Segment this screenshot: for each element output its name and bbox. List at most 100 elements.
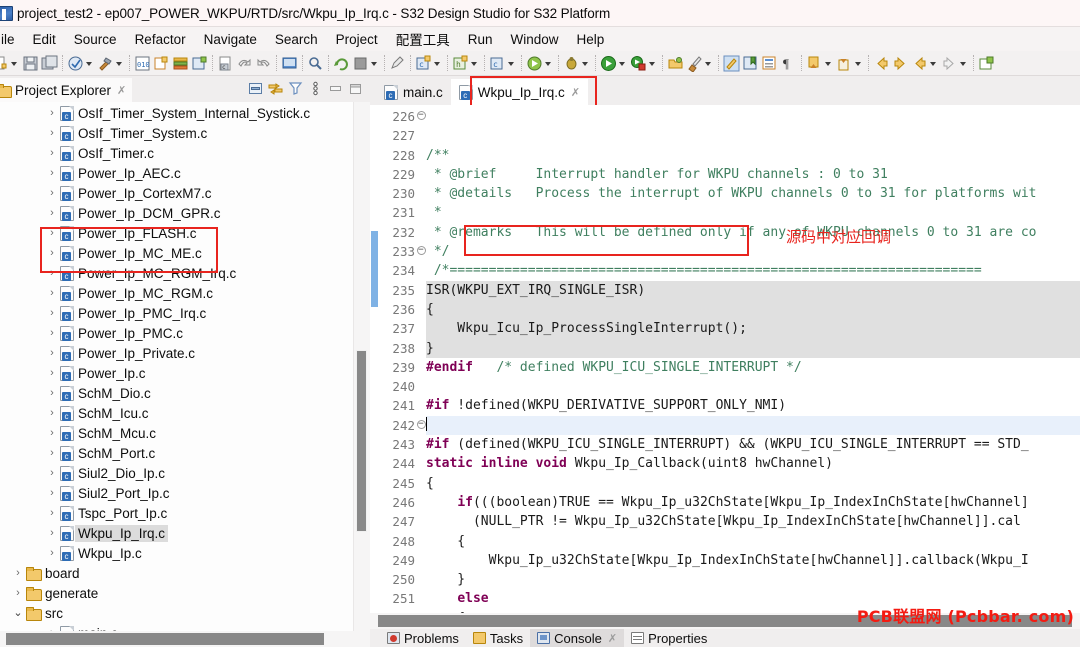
code-line[interactable]: #endif /* defined WKPU_ICU_SINGLE_INTERR… xyxy=(426,358,1080,377)
menu-item-source[interactable]: Source xyxy=(65,30,126,49)
menu-item-search[interactable]: Search xyxy=(266,30,327,49)
code-line[interactable]: } xyxy=(426,338,1080,358)
code-line[interactable]: */ xyxy=(426,242,1080,261)
binary-010-icon[interactable]: 010 xyxy=(134,55,151,72)
tree-item[interactable]: › Wkpu_Ip_Irq.c xyxy=(0,523,370,543)
code-line[interactable]: (NULL_PTR != Wkpu_Ip_u32ChState[Wkpu_Ip_… xyxy=(426,512,1080,531)
new-header-icon[interactable]: h xyxy=(452,55,469,72)
new-window-icon[interactable] xyxy=(978,55,995,72)
bookmark-icon[interactable] xyxy=(742,55,759,72)
chevron-right-icon[interactable]: › xyxy=(44,527,60,539)
tree-item[interactable]: › Power_Ip.c xyxy=(0,363,370,383)
tree-item[interactable]: › Power_Ip_PMC_Irq.c xyxy=(0,303,370,323)
view-menu-icon[interactable] xyxy=(307,80,324,97)
code-folding-column[interactable]: − − − xyxy=(416,105,426,613)
maximize-icon[interactable] xyxy=(347,80,364,97)
menu-item-edit[interactable]: Edit xyxy=(24,30,65,49)
forward-yellow-icon[interactable] xyxy=(892,55,909,72)
tree-item[interactable]: › Power_Ip_MC_RGM.c xyxy=(0,283,370,303)
close-icon[interactable]: ✗ xyxy=(608,632,617,645)
tree-item[interactable]: › OsIf_Timer_System_Internal_Systick.c xyxy=(0,103,370,123)
fold-collapse-icon[interactable]: − xyxy=(416,246,426,256)
save-icon[interactable] xyxy=(22,55,39,72)
run-green-icon[interactable] xyxy=(600,55,617,72)
refresh-icon[interactable] xyxy=(333,55,350,72)
project-explorer-tree[interactable]: › OsIf_Timer_System_Internal_Systick.c › Os… xyxy=(0,102,370,631)
tree-item[interactable]: › Power_Ip_Private.c xyxy=(0,343,370,363)
chevron-right-icon[interactable]: › xyxy=(44,127,60,139)
menu-item-refactor[interactable]: Refactor xyxy=(126,30,195,49)
chevron-right-icon[interactable]: › xyxy=(44,547,60,559)
chevron-down-icon[interactable] xyxy=(115,55,124,72)
chevron-right-icon[interactable]: › xyxy=(44,367,60,379)
tree-item[interactable]: › Power_Ip_MC_ME.c xyxy=(0,243,370,263)
debug-bug-icon[interactable] xyxy=(563,55,580,72)
chevron-down-icon[interactable] xyxy=(470,55,479,72)
chevron-down-icon[interactable] xyxy=(648,55,657,72)
menu-item-navigate[interactable]: Navigate xyxy=(195,30,266,49)
block-icon[interactable] xyxy=(352,55,369,72)
fold-collapse-icon[interactable]: − xyxy=(416,419,426,429)
code-line[interactable]: /*======================================… xyxy=(426,261,1080,280)
chevron-right-icon[interactable]: › xyxy=(10,587,26,599)
chevron-right-icon[interactable]: › xyxy=(44,427,60,439)
fold-collapse-icon[interactable]: − xyxy=(416,416,426,435)
chevron-down-icon[interactable] xyxy=(85,55,94,72)
chevron-down-icon[interactable] xyxy=(824,55,833,72)
chevron-right-icon[interactable]: › xyxy=(44,107,60,119)
chevron-right-icon[interactable]: › xyxy=(44,347,60,359)
code-line[interactable]: Wkpu_Icu_Ip_ProcessSingleInterrupt(); xyxy=(426,319,1080,339)
chevron-down-icon[interactable] xyxy=(544,55,553,72)
run-config-icon[interactable] xyxy=(526,55,543,72)
chevron-right-icon[interactable]: › xyxy=(44,207,60,219)
tree-item[interactable]: › SchM_Mcu.c xyxy=(0,423,370,443)
menu-item-window[interactable]: Window xyxy=(501,30,567,49)
close-icon[interactable]: ✗ xyxy=(117,84,126,97)
code-line[interactable]: * xyxy=(426,203,1080,222)
collapse-all-icon[interactable] xyxy=(247,80,264,97)
chevron-down-icon[interactable] xyxy=(581,55,590,72)
new-project-icon[interactable] xyxy=(153,55,170,72)
tree-item[interactable]: › Wkpu_Ip.c xyxy=(0,543,370,563)
menu-item-ile[interactable]: ile xyxy=(0,30,24,49)
bottom-tab-problems[interactable]: Problems xyxy=(380,629,466,647)
bottom-tab-tasks[interactable]: Tasks xyxy=(466,629,530,647)
tree-item[interactable]: › SchM_Dio.c xyxy=(0,383,370,403)
editor-tab-wkpu-ip-irq-c[interactable]: Wkpu_Ip_Irq.c ✗ xyxy=(450,79,589,105)
menu-item--[interactable]: 配置工具 xyxy=(387,27,459,51)
chevron-down-icon[interactable] xyxy=(929,55,938,72)
chevron-right-icon[interactable]: › xyxy=(44,227,60,239)
minimize-icon[interactable] xyxy=(327,80,344,97)
paintbrush-icon[interactable] xyxy=(686,55,703,73)
code-line[interactable]: #if !defined(WKPU_DERIVATIVE_SUPPORT_ONL… xyxy=(426,396,1080,415)
save-all-icon[interactable] xyxy=(41,55,58,72)
editor-tab-main-c[interactable]: main.c xyxy=(376,79,451,105)
new-c-file-icon[interactable]: c xyxy=(217,55,234,72)
chevron-right-icon[interactable]: › xyxy=(44,467,60,479)
tab-project-explorer[interactable]: Project Explorer ✗ xyxy=(0,76,133,102)
search-glass-icon[interactable] xyxy=(307,55,324,72)
chevron-down-icon[interactable]: ⌄ xyxy=(10,607,26,619)
chevron-right-icon[interactable]: › xyxy=(10,567,26,579)
new-file-icon[interactable] xyxy=(0,55,9,72)
code-line[interactable] xyxy=(426,377,1080,396)
chevron-right-icon[interactable]: › xyxy=(44,287,60,299)
chevron-down-icon[interactable] xyxy=(854,55,863,72)
chevron-down-icon[interactable] xyxy=(618,55,627,72)
back-yellow-icon[interactable] xyxy=(911,55,928,72)
filter-icon[interactable] xyxy=(287,80,304,97)
tree-item[interactable]: › OsIf_Timer_System.c xyxy=(0,123,370,143)
tree-item[interactable]: › Power_Ip_MC_RGM_Irq.c xyxy=(0,263,370,283)
tree-item[interactable]: › Power_Ip_CortexM7.c xyxy=(0,183,370,203)
tree-item[interactable]: › SchM_Icu.c xyxy=(0,403,370,423)
chevron-down-icon[interactable] xyxy=(10,55,19,72)
code-line[interactable]: { xyxy=(426,532,1080,551)
build-clean-icon[interactable] xyxy=(67,55,84,72)
build-hammer-icon[interactable] xyxy=(97,55,114,72)
tree-item[interactable]: › Power_Ip_DCM_GPR.c xyxy=(0,203,370,223)
code-line[interactable]: if(((boolean)TRUE == Wkpu_Ip_u32ChState[… xyxy=(426,493,1080,512)
chevron-down-icon[interactable] xyxy=(507,55,516,72)
tree-item[interactable]: › board xyxy=(0,563,370,583)
menu-item-project[interactable]: Project xyxy=(327,30,387,49)
tree-item[interactable]: › Power_Ip_FLASH.c xyxy=(0,223,370,243)
